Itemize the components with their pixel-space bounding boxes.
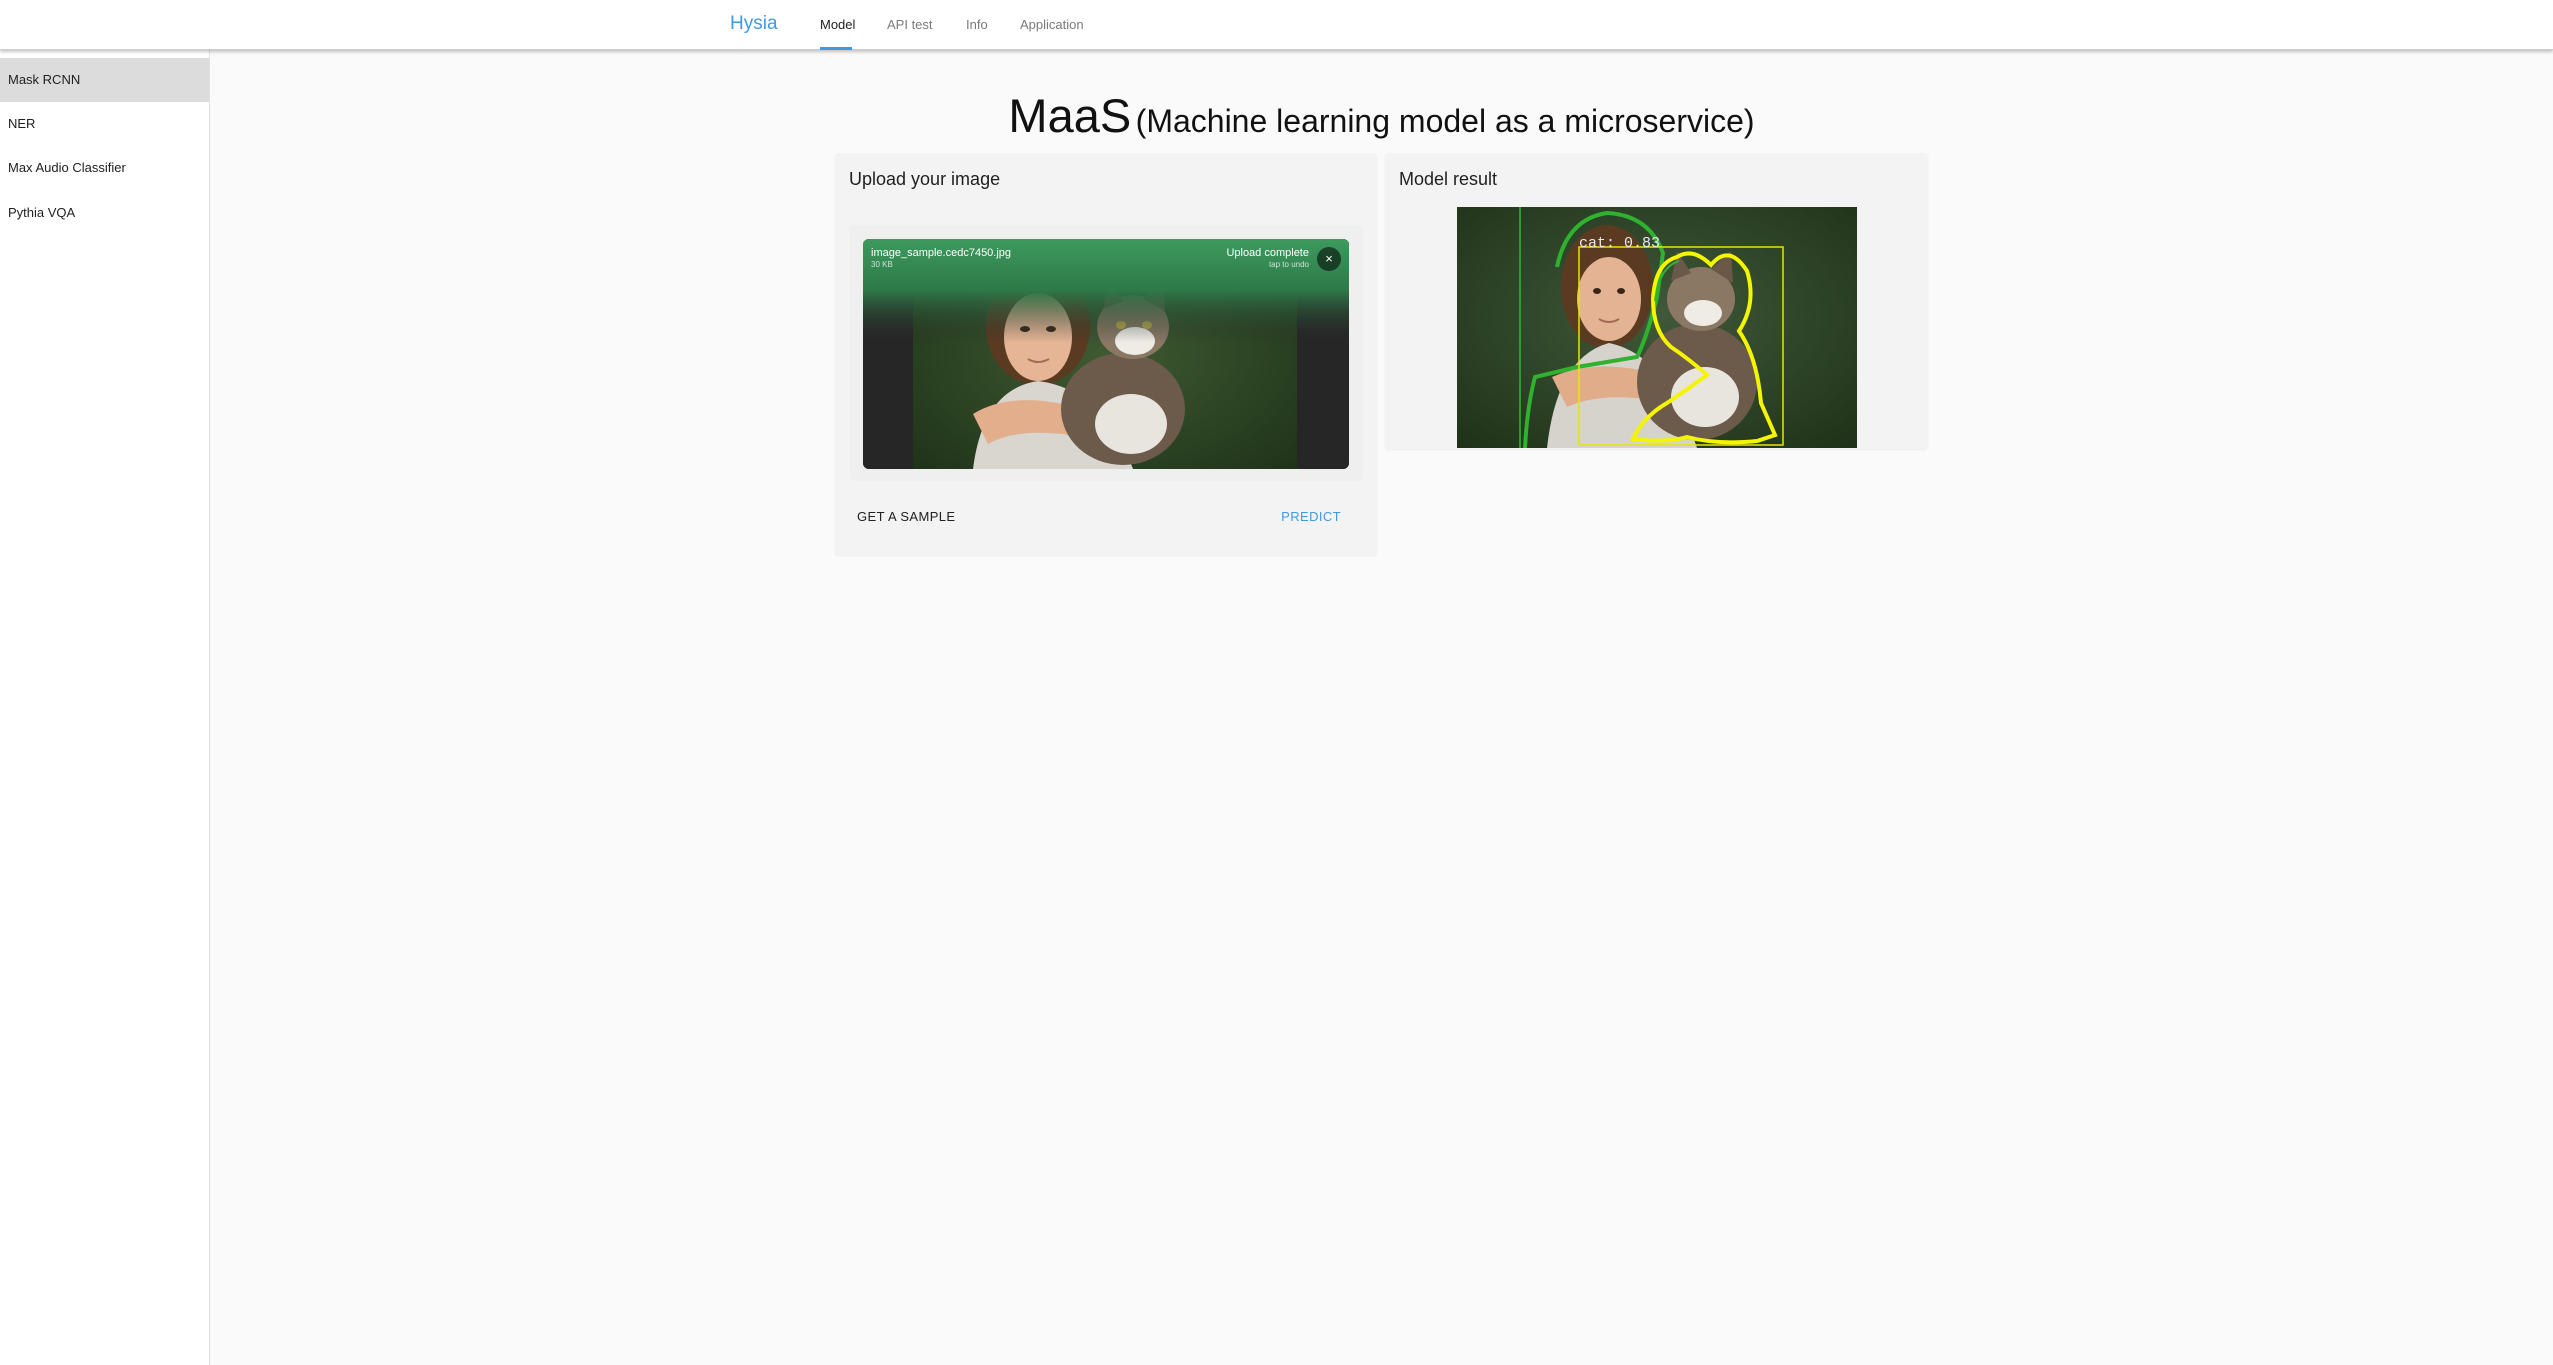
sidebar-item-ner[interactable]: NER — [0, 102, 209, 146]
get-sample-button[interactable]: GET A SAMPLE — [857, 509, 956, 524]
tab-info[interactable]: Info — [966, 17, 988, 32]
tab-api-test[interactable]: API test — [887, 17, 933, 32]
app-brand[interactable]: Hysia — [730, 13, 778, 35]
upload-status: Upload complete — [1226, 247, 1309, 259]
segmentation-result-photo: cat: 0.83 — [1457, 207, 1857, 449]
tab-application[interactable]: Application — [1020, 17, 1084, 32]
upload-card-title: Upload your image — [849, 169, 1001, 189]
undo-hint[interactable]: tap to undo — [1269, 260, 1309, 269]
uploaded-photo — [863, 239, 1349, 469]
sidebar-item-max-audio-classifier[interactable]: Max Audio Classifier — [0, 146, 209, 190]
page-title: MaaS (Machine learning model as a micros… — [210, 88, 2553, 143]
remove-file-close-icon[interactable]: × — [1317, 247, 1341, 271]
page-title-main: MaaS — [1008, 89, 1132, 142]
image-dropzone[interactable]: image_sample.cedc7450.jpg 30 KB Upload c… — [849, 225, 1363, 481]
uploaded-file-preview: image_sample.cedc7450.jpg 30 KB Upload c… — [863, 239, 1349, 469]
upload-card: Upload your image image_sample.cedc7450.… — [835, 153, 1377, 555]
result-card: Model result cat: 0.83 — [1385, 153, 1928, 449]
top-app-bar: Hysia Model API test Info Application — [0, 0, 2553, 50]
tab-model[interactable]: Model — [820, 17, 855, 32]
sidebar-item-mask-rcnn[interactable]: Mask RCNN — [0, 58, 209, 102]
sidebar-item-pythia-vqa[interactable]: Pythia VQA — [0, 191, 209, 235]
result-card-title: Model result — [1399, 169, 1498, 189]
file-size: 30 KB — [871, 260, 893, 269]
predict-button[interactable]: PREDICT — [1281, 509, 1341, 524]
detection-label: cat: 0.83 — [1579, 235, 1660, 252]
active-tab-indicator — [820, 47, 852, 50]
sidebar: Mask RCNN NER Max Audio Classifier Pythi… — [0, 50, 210, 1365]
page-title-sub: (Machine learning model as a microservic… — [1135, 103, 1755, 139]
model-result-image: cat: 0.83 — [1457, 207, 1857, 453]
file-name: image_sample.cedc7450.jpg — [871, 247, 1012, 259]
